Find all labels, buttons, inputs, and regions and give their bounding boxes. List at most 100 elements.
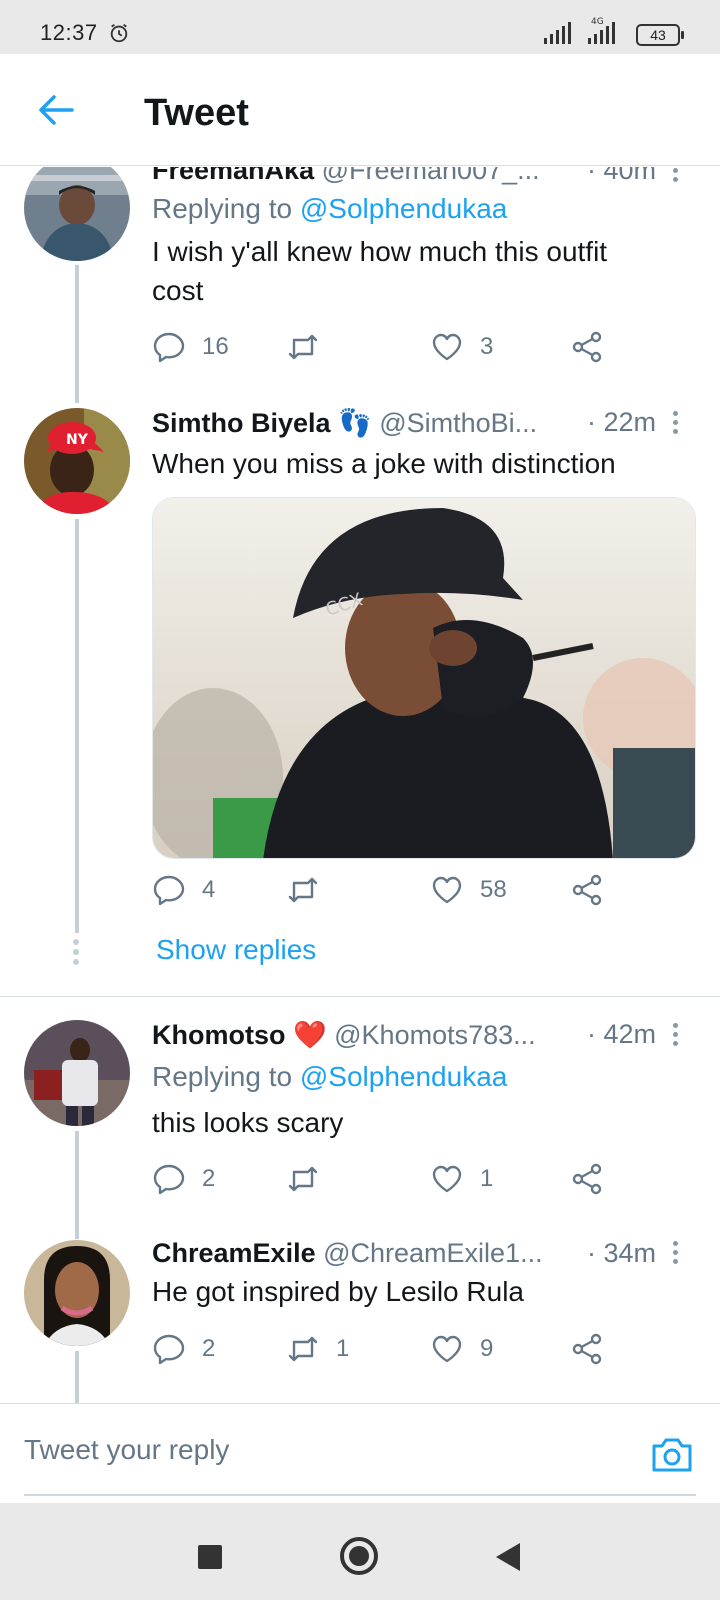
author-handle[interactable]: @Freeman007_... (322, 167, 540, 185)
tweet-feed[interactable]: FreemanAka @Freeman007_... · 40m Replyin… (0, 167, 720, 1403)
tweet-actions: 2 1 9 (152, 1331, 622, 1367)
tweet-time: · 42m (580, 1019, 656, 1050)
thread-line (75, 1351, 79, 1403)
retweet-icon (288, 334, 318, 360)
app-header: Tweet (0, 54, 720, 166)
like-button[interactable]: 58 (430, 872, 507, 908)
like-button[interactable]: 9 (430, 1331, 493, 1367)
thread-continuation-dots (73, 939, 81, 969)
avatar[interactable]: NY (24, 408, 130, 514)
heart-icon (432, 1165, 462, 1193)
tweet-text: When you miss a joke with distinction (152, 448, 616, 479)
show-replies-link[interactable]: Show replies (156, 934, 316, 966)
divider (0, 996, 720, 997)
share-button[interactable] (570, 329, 604, 365)
avatar[interactable] (24, 167, 130, 261)
retweet-icon (288, 1336, 318, 1362)
share-button[interactable] (570, 872, 604, 908)
reply-icon (153, 332, 185, 363)
retweet-button[interactable]: 1 (286, 1331, 349, 1367)
avatar[interactable] (24, 1020, 130, 1126)
alarm-icon (110, 23, 128, 43)
share-button[interactable] (570, 1331, 604, 1367)
like-count: 9 (480, 1335, 494, 1362)
more-icon[interactable] (670, 167, 680, 187)
author-name[interactable]: Simtho Biyela (152, 408, 331, 438)
share-icon (572, 1333, 602, 1365)
input-underline (24, 1494, 696, 1496)
avatar[interactable] (24, 1240, 130, 1346)
replying-prefix: Replying to (152, 1061, 293, 1092)
replying-to: Replying to @Solphendukaa (152, 1061, 507, 1093)
retweet-button[interactable] (286, 1161, 336, 1197)
recent-apps-button[interactable] (198, 1545, 222, 1569)
svg-text:NY: NY (66, 432, 89, 448)
reply-count: 16 (202, 333, 229, 360)
tweet-actions: 2 1 (152, 1161, 622, 1197)
thread-line (75, 519, 79, 933)
thread-line (75, 265, 79, 403)
reply-input[interactable]: Tweet your reply (24, 1434, 229, 1466)
author-handle[interactable]: @ChreamExile1... (323, 1238, 542, 1268)
replying-to: Replying to @Solphendukaa (152, 193, 507, 225)
reply-button[interactable]: 2 (152, 1161, 215, 1197)
tweet-header: FreemanAka @Freeman007_... · 40m (152, 167, 660, 186)
retweet-button[interactable] (286, 872, 336, 908)
tweet-time: · 22m (580, 407, 656, 438)
heart-icon (432, 1335, 462, 1363)
back-arrow-icon[interactable] (36, 90, 76, 130)
more-icon[interactable] (670, 1023, 680, 1051)
reply-count: 4 (202, 876, 216, 903)
tweet-actions: 16 3 (152, 329, 622, 365)
tweet-text: this looks scary (152, 1107, 344, 1138)
retweet-icon (288, 877, 318, 903)
more-icon[interactable] (670, 1241, 680, 1269)
system-nav-bar (0, 1503, 720, 1600)
signal-icon (588, 22, 615, 44)
tweet-actions: 4 58 (152, 872, 622, 908)
like-count: 1 (480, 1165, 494, 1192)
reply-target-link[interactable]: @Solphendukaa (300, 1061, 507, 1092)
system-back-button[interactable] (496, 1543, 520, 1571)
tweet-time: · 40m (580, 167, 656, 186)
reply-composer: Tweet your reply (0, 1403, 720, 1503)
reply-button[interactable]: 2 (152, 1331, 215, 1367)
reply-button[interactable]: 16 (152, 329, 229, 365)
reply-count: 2 (202, 1335, 216, 1362)
like-button[interactable]: 3 (430, 329, 493, 365)
reply-icon (153, 1164, 185, 1195)
retweet-button[interactable] (286, 329, 336, 365)
heart-emoji: ❤️ (293, 1020, 327, 1050)
page-title: Tweet (144, 92, 249, 134)
author-name[interactable]: FreemanAka (152, 167, 314, 185)
status-time: 12:37 (40, 20, 98, 45)
author-name[interactable]: Khomotso (152, 1020, 285, 1050)
signal-icon (544, 22, 571, 44)
like-count: 58 (480, 876, 507, 903)
share-button[interactable] (570, 1161, 604, 1197)
status-bar: 12:37 4G 43 (0, 0, 720, 54)
tweet-time: · 34m (580, 1238, 656, 1269)
author-name[interactable]: ChreamExile (152, 1238, 316, 1268)
reply-count: 2 (202, 1165, 216, 1192)
author-handle[interactable]: @Khomots783... (334, 1020, 536, 1050)
replying-prefix: Replying to (152, 193, 293, 224)
reply-icon (153, 875, 185, 906)
reply-icon (153, 1334, 185, 1365)
tweet-header: Simtho Biyela 👣 @SimthoBi... · 22m (152, 407, 660, 439)
share-icon (572, 1163, 602, 1195)
tweet-image[interactable]: CCX (152, 497, 696, 859)
like-button[interactable]: 1 (430, 1161, 493, 1197)
heart-icon (432, 876, 462, 904)
heart-icon (432, 333, 462, 361)
tweet-text: He got inspired by Lesilo Rula (152, 1276, 524, 1307)
tweet-header: Khomotso ❤️ @Khomots783... · 42m (152, 1019, 660, 1051)
author-handle[interactable]: @SimthoBi... (379, 408, 537, 438)
reply-target-link[interactable]: @Solphendukaa (300, 193, 507, 224)
home-button[interactable] (340, 1537, 378, 1575)
battery-icon: 43 (636, 24, 684, 46)
reply-button[interactable]: 4 (152, 872, 215, 908)
more-icon[interactable] (670, 411, 680, 439)
tweet-text: I wish y'all knew how much this outfit c… (152, 236, 608, 306)
camera-icon[interactable] (650, 1434, 694, 1474)
